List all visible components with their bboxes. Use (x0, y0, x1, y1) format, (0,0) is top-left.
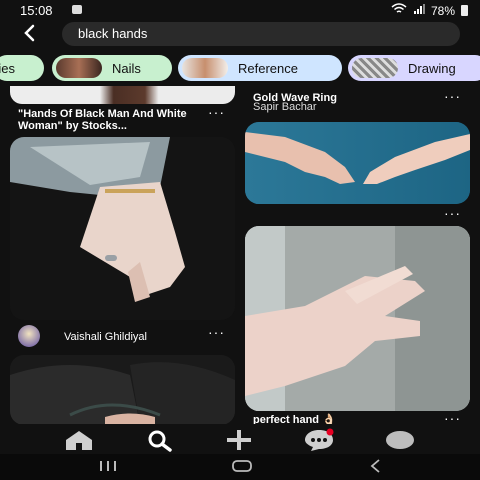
wifi-icon (391, 3, 407, 18)
chat-icon[interactable] (302, 428, 336, 452)
chip-reference[interactable]: Reference (178, 55, 342, 81)
chip-drawing[interactable]: Drawing (348, 55, 480, 81)
chip-label: Reference (238, 60, 298, 76)
pin-image-perfect-hand[interactable] (245, 226, 470, 411)
notification-icon (72, 5, 82, 14)
chip-label: Nails (112, 60, 141, 76)
more-options-icon[interactable]: ··· (208, 325, 225, 339)
chip-thumbnail (182, 58, 228, 78)
home-icon[interactable] (62, 428, 96, 452)
search-query: black hands (78, 26, 148, 41)
pin-author[interactable]: Vaishali Ghildiyal (64, 331, 147, 343)
status-bar: 15:08 78% (0, 0, 480, 20)
home-button-icon[interactable] (231, 459, 253, 476)
status-right: 78% (391, 3, 468, 18)
pin-author[interactable]: Sapir Bachar (253, 101, 317, 113)
chip-label: Drawing (408, 60, 456, 76)
recent-apps-icon[interactable] (97, 459, 119, 476)
more-options-icon[interactable]: ··· (444, 411, 461, 425)
avatar[interactable] (18, 325, 40, 347)
profile-icon[interactable] (383, 428, 417, 452)
more-options-icon[interactable]: ··· (208, 105, 225, 119)
filter-chips: ries Nails Reference Drawing (0, 55, 480, 83)
pin-image-two-hands-blue[interactable] (245, 122, 470, 204)
search-input[interactable]: black hands (62, 22, 460, 46)
system-nav-bar (0, 454, 480, 480)
chip-thumbnail (56, 58, 102, 78)
back-button-icon[interactable] (368, 459, 384, 476)
chip-label: ries (0, 60, 15, 76)
pin-image-leather-jacket[interactable] (10, 355, 235, 425)
signal-icon (413, 3, 425, 18)
back-arrow-icon[interactable] (18, 22, 42, 46)
search-icon[interactable] (143, 428, 177, 452)
status-time: 15:08 (20, 3, 53, 18)
pin-title: "Hands Of Black Man And White Woman" by … (18, 108, 187, 132)
plus-icon[interactable] (222, 428, 256, 452)
pin-image-hand-bracelet[interactable] (10, 137, 235, 320)
chip-thumbnail (352, 58, 398, 78)
chip-nails[interactable]: Nails (52, 55, 172, 81)
battery-icon (461, 5, 468, 16)
battery-percent: 78% (430, 3, 455, 18)
bottom-nav (0, 424, 480, 454)
more-options-icon[interactable]: ··· (444, 89, 461, 103)
pin-image-black-white-hands[interactable] (10, 86, 235, 104)
more-options-icon[interactable]: ··· (444, 206, 461, 220)
chip-stories[interactable]: ries (0, 55, 44, 81)
